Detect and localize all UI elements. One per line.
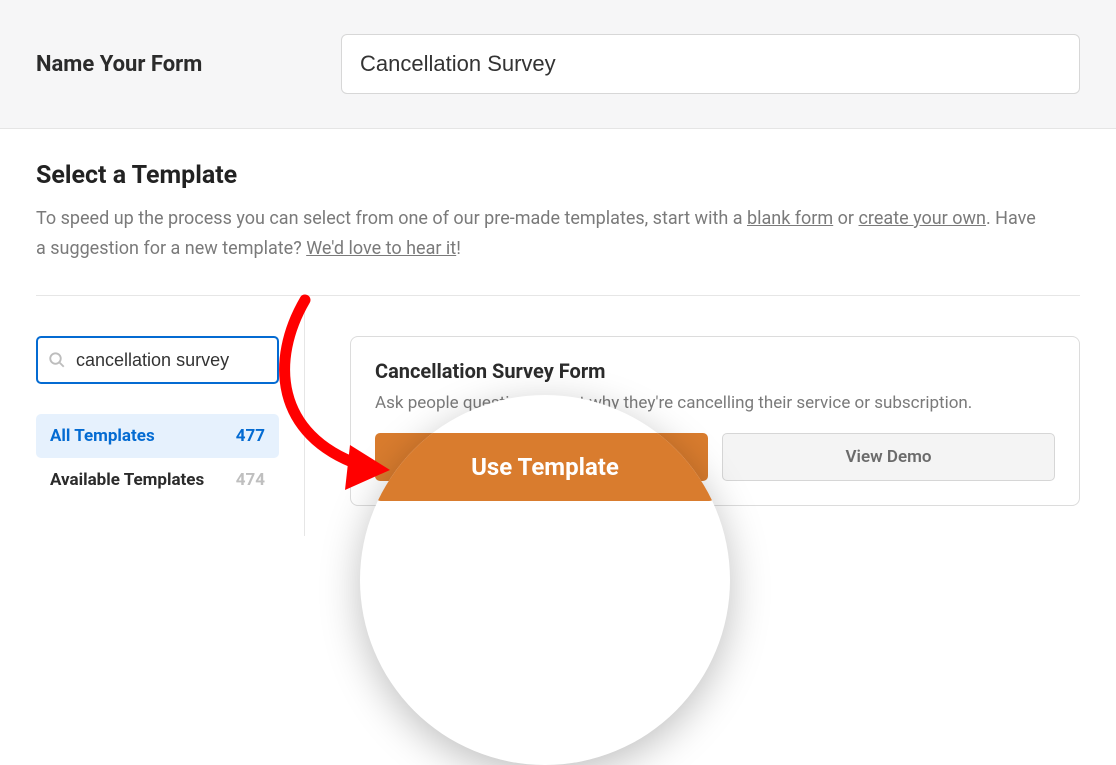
suggestion-link[interactable]: We'd love to hear it [306, 238, 456, 259]
template-browser: All Templates 477 Available Templates 47… [36, 295, 1080, 536]
filter-all-templates[interactable]: All Templates 477 [36, 414, 279, 458]
select-template-section: Select a Template To speed up the proces… [0, 129, 1116, 536]
use-template-button[interactable]: Use Template [375, 433, 708, 481]
section-title: Select a Template [36, 161, 1080, 190]
filter-list: All Templates 477 Available Templates 47… [36, 414, 279, 502]
template-card: Cancellation Survey Form Ask people ques… [350, 336, 1080, 506]
template-results: Cancellation Survey Form Ask people ques… [305, 296, 1080, 536]
form-name-input[interactable] [341, 34, 1080, 94]
filter-label: All Templates [50, 426, 155, 446]
section-description: To speed up the process you can select f… [36, 204, 1046, 263]
create-your-own-link[interactable]: create your own [859, 208, 986, 229]
template-search-input[interactable] [36, 336, 279, 384]
template-sidebar: All Templates 477 Available Templates 47… [36, 296, 305, 536]
filter-label: Available Templates [50, 470, 204, 490]
view-demo-button[interactable]: View Demo [722, 433, 1055, 481]
template-card-description: Ask people questions about why they're c… [375, 393, 1055, 413]
filter-count: 477 [236, 426, 265, 446]
filter-count: 474 [236, 470, 265, 490]
desc-text: To speed up the process you can select f… [36, 208, 747, 229]
name-form-label: Name Your Form [36, 52, 341, 77]
desc-text: or [833, 208, 858, 229]
desc-text: ! [456, 238, 461, 259]
filter-available-templates[interactable]: Available Templates 474 [36, 458, 279, 502]
blank-form-link[interactable]: blank form [747, 208, 833, 229]
search-wrap [36, 336, 279, 384]
template-card-title: Cancellation Survey Form [375, 359, 1055, 383]
name-form-section: Name Your Form [0, 0, 1116, 129]
template-card-actions: Use Template View Demo [375, 433, 1055, 481]
search-icon [48, 351, 66, 369]
